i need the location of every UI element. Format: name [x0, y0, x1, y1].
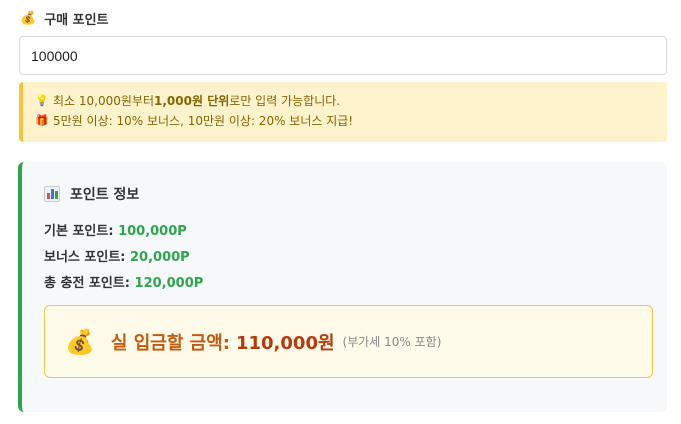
base-points-value: 100,000P: [118, 224, 187, 239]
bar-chart-icon: [44, 186, 60, 202]
notice-line-minimum: 💡 최소 10,000원부터 1,000원 단위 로만 입력 가능합니다.: [35, 91, 667, 111]
notice-line1-suffix: 로만 입력 가능합니다.: [229, 94, 341, 108]
purchase-points-label-text: 구매 포인트: [44, 12, 109, 28]
point-info-title-text: 포인트 정보: [70, 187, 140, 203]
purchase-points-label: 💰 구매 포인트: [20, 9, 109, 28]
payment-label: 실 입금할 금액:: [110, 332, 230, 354]
point-info-title: 포인트 정보: [44, 184, 139, 204]
bonus-points-label: 보너스 포인트:: [44, 250, 131, 265]
bonus-points-row: 보너스 포인트: 20,000P: [44, 246, 190, 265]
money-bag-icon: 💰: [20, 10, 37, 26]
total-points-value: 120,000P: [134, 276, 204, 291]
lightbulb-icon: 💡: [35, 94, 49, 107]
base-points-row: 기본 포인트: 100,000P: [44, 220, 187, 239]
notice-line-bonus: 🎁 5만원 이상: 10% 보너스, 10만원 이상: 20% 보너스 지급!: [35, 111, 667, 131]
payment-amount: 110,000원: [235, 332, 335, 354]
total-points-label: 총 충전 포인트:: [44, 276, 135, 291]
notice-box: 💡 최소 10,000원부터 1,000원 단위 로만 입력 가능합니다. 🎁 …: [19, 82, 667, 142]
purchase-points-input[interactable]: [19, 36, 667, 75]
payment-vat-note: (부가세 10% 포함): [342, 335, 442, 349]
notice-line2-text: 5만원 이상: 10% 보너스, 10만원 이상: 20% 보너스 지급!: [53, 114, 354, 128]
point-info-panel: 포인트 정보 기본 포인트: 100,000P 보너스 포인트: 20,000P…: [18, 162, 667, 412]
notice-line1-bold: 1,000원 단위: [154, 94, 230, 108]
money-bag-icon: 💰: [65, 327, 95, 356]
gift-icon: 🎁: [35, 114, 49, 127]
base-points-label: 기본 포인트:: [44, 224, 119, 239]
total-points-row: 총 충전 포인트: 120,000P: [44, 272, 203, 291]
payment-amount-box: 💰 실 입금할 금액: 110,000원 (부가세 10% 포함): [44, 305, 653, 378]
bonus-points-value: 20,000P: [130, 250, 190, 265]
notice-line1-prefix: 최소 10,000원부터: [53, 94, 155, 108]
